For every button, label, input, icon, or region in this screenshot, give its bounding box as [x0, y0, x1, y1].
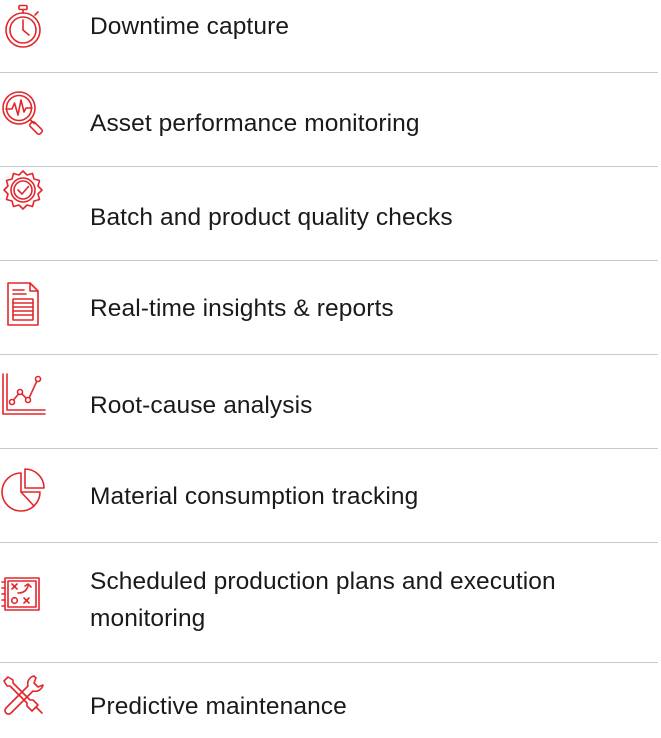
- list-item: Predictive maintenance: [0, 663, 661, 738]
- list-item: Root-cause analysis: [0, 355, 661, 447]
- feature-label: Material consumption tracking: [90, 483, 419, 510]
- magnifier-heartbeat-icon: [0, 90, 46, 136]
- strategy-plan-icon: [0, 573, 46, 619]
- list-item: Material consumption tracking: [0, 449, 661, 541]
- list-item: Real-time insights & reports: [0, 261, 661, 353]
- feature-label: Root-cause analysis: [90, 392, 313, 419]
- list-item: Downtime capture: [0, 0, 661, 72]
- list-item: Asset performance monitoring: [0, 73, 661, 165]
- pie-chart-icon: [0, 468, 46, 514]
- quality-badge-check-icon: [0, 169, 46, 215]
- feature-label: Downtime capture: [90, 13, 290, 40]
- feature-label: Batch and product quality checks: [90, 204, 453, 231]
- list-item: Batch and product quality checks: [0, 167, 661, 259]
- tools-wrench-screwdriver-icon: [0, 673, 46, 719]
- feature-label: Real-time insights & reports: [90, 295, 394, 322]
- feature-label: Predictive maintenance: [90, 693, 347, 720]
- feature-label: Asset performance monitoring: [90, 110, 420, 137]
- report-document-icon: [0, 281, 46, 327]
- stopwatch-icon: [0, 4, 46, 50]
- line-graph-icon: [0, 371, 46, 417]
- list-item: Scheduled production plans and execution…: [0, 543, 661, 661]
- feature-label: Scheduled production plans and execution…: [90, 568, 556, 632]
